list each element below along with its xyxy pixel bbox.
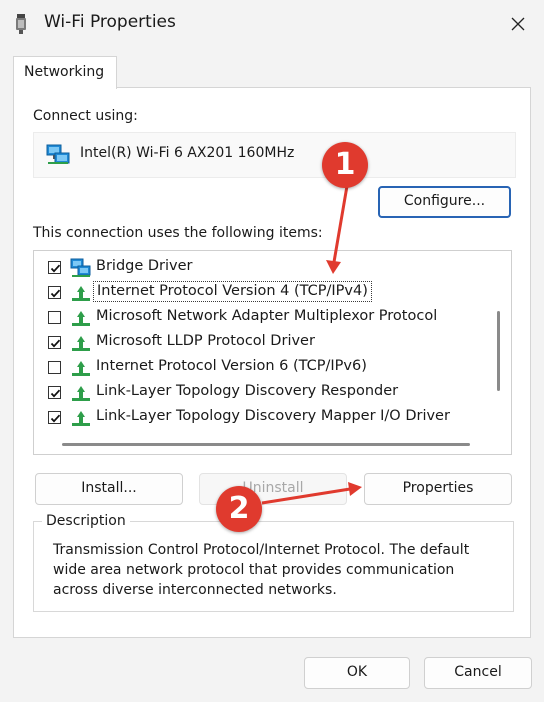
configure-button[interactable]: Configure... (378, 186, 511, 218)
properties-button-label: Properties (402, 480, 474, 496)
checkmark-icon (50, 414, 61, 423)
list-item[interactable]: Internet Protocol Version 6 (TCP/IPv6) (34, 355, 494, 380)
connect-using-label: Connect using: (33, 108, 138, 124)
description-text: Transmission Control Protocol/Internet P… (53, 542, 470, 598)
items-label: This connection uses the following items… (33, 225, 323, 241)
wifi-adapter-icon (16, 14, 26, 34)
checkmark-icon (50, 339, 61, 348)
checkbox[interactable] (48, 311, 61, 324)
cancel-button[interactable]: Cancel (424, 657, 532, 689)
checkbox[interactable] (48, 386, 61, 399)
adapter-name: Intel(R) Wi-Fi 6 AX201 160MHz (80, 145, 295, 161)
list-item-selected[interactable]: Internet Protocol Version 4 (TCP/IPv4) (34, 280, 494, 305)
list-item[interactable]: Microsoft Network Adapter Multiplexor Pr… (34, 305, 494, 330)
ok-button[interactable]: OK (304, 657, 410, 689)
list-item[interactable]: Bridge Driver (34, 255, 494, 280)
vertical-scrollbar[interactable] (497, 311, 500, 391)
protocol-icon (72, 286, 90, 301)
list-item[interactable]: Link-Layer Topology Discovery Mapper I/O… (34, 405, 494, 430)
list-item-label: Link-Layer Topology Discovery Responder (96, 383, 399, 399)
tab-networking[interactable]: Networking (13, 56, 117, 89)
checkmark-icon (50, 389, 61, 398)
list-item-label: Microsoft LLDP Protocol Driver (96, 333, 315, 349)
protocol-icon (72, 411, 90, 426)
window-title: Wi-Fi Properties (44, 12, 176, 32)
network-adapter-icon (70, 258, 91, 277)
list-item-label: Bridge Driver (96, 258, 193, 274)
checkbox[interactable] (48, 361, 61, 374)
checkbox[interactable] (48, 336, 61, 349)
list-item-label: Link-Layer Topology Discovery Mapper I/O… (96, 408, 450, 424)
items-list[interactable]: Bridge Driver Internet Protocol Version … (33, 250, 512, 455)
protocol-icon (72, 311, 90, 326)
description-title: Description (42, 513, 130, 529)
checkbox[interactable] (48, 286, 61, 299)
annotation-badge-1: 1 (322, 142, 368, 188)
protocol-icon (72, 386, 90, 401)
list-item-label: Internet Protocol Version 4 (TCP/IPv4) (93, 281, 372, 302)
protocol-icon (72, 361, 90, 376)
close-button[interactable] (496, 4, 540, 44)
list-item[interactable]: Microsoft LLDP Protocol Driver (34, 330, 494, 355)
adapter-field: Intel(R) Wi-Fi 6 AX201 160MHz (33, 132, 516, 178)
list-item[interactable]: Link-Layer Topology Discovery Responder (34, 380, 494, 405)
cancel-button-label: Cancel (454, 664, 502, 680)
properties-button[interactable]: Properties (364, 473, 512, 505)
network-adapter-icon (46, 144, 70, 164)
checkbox[interactable] (48, 261, 61, 274)
list-item-label: Microsoft Network Adapter Multiplexor Pr… (96, 308, 438, 324)
install-button-label: Install... (81, 480, 137, 496)
configure-button-label: Configure... (403, 193, 486, 209)
title-bar: Wi-Fi Properties (0, 0, 544, 48)
list-item-label: Internet Protocol Version 6 (TCP/IPv6) (96, 358, 367, 374)
checkmark-icon (50, 289, 61, 298)
protocol-icon (72, 336, 90, 351)
checkmark-icon (50, 264, 61, 273)
ok-button-label: OK (346, 664, 368, 680)
tab-networking-label: Networking (24, 64, 105, 80)
horizontal-scrollbar[interactable] (62, 443, 470, 446)
install-button[interactable]: Install... (35, 473, 183, 505)
annotation-badge-2: 2 (216, 486, 262, 532)
close-icon (511, 17, 525, 31)
checkbox[interactable] (48, 411, 61, 424)
